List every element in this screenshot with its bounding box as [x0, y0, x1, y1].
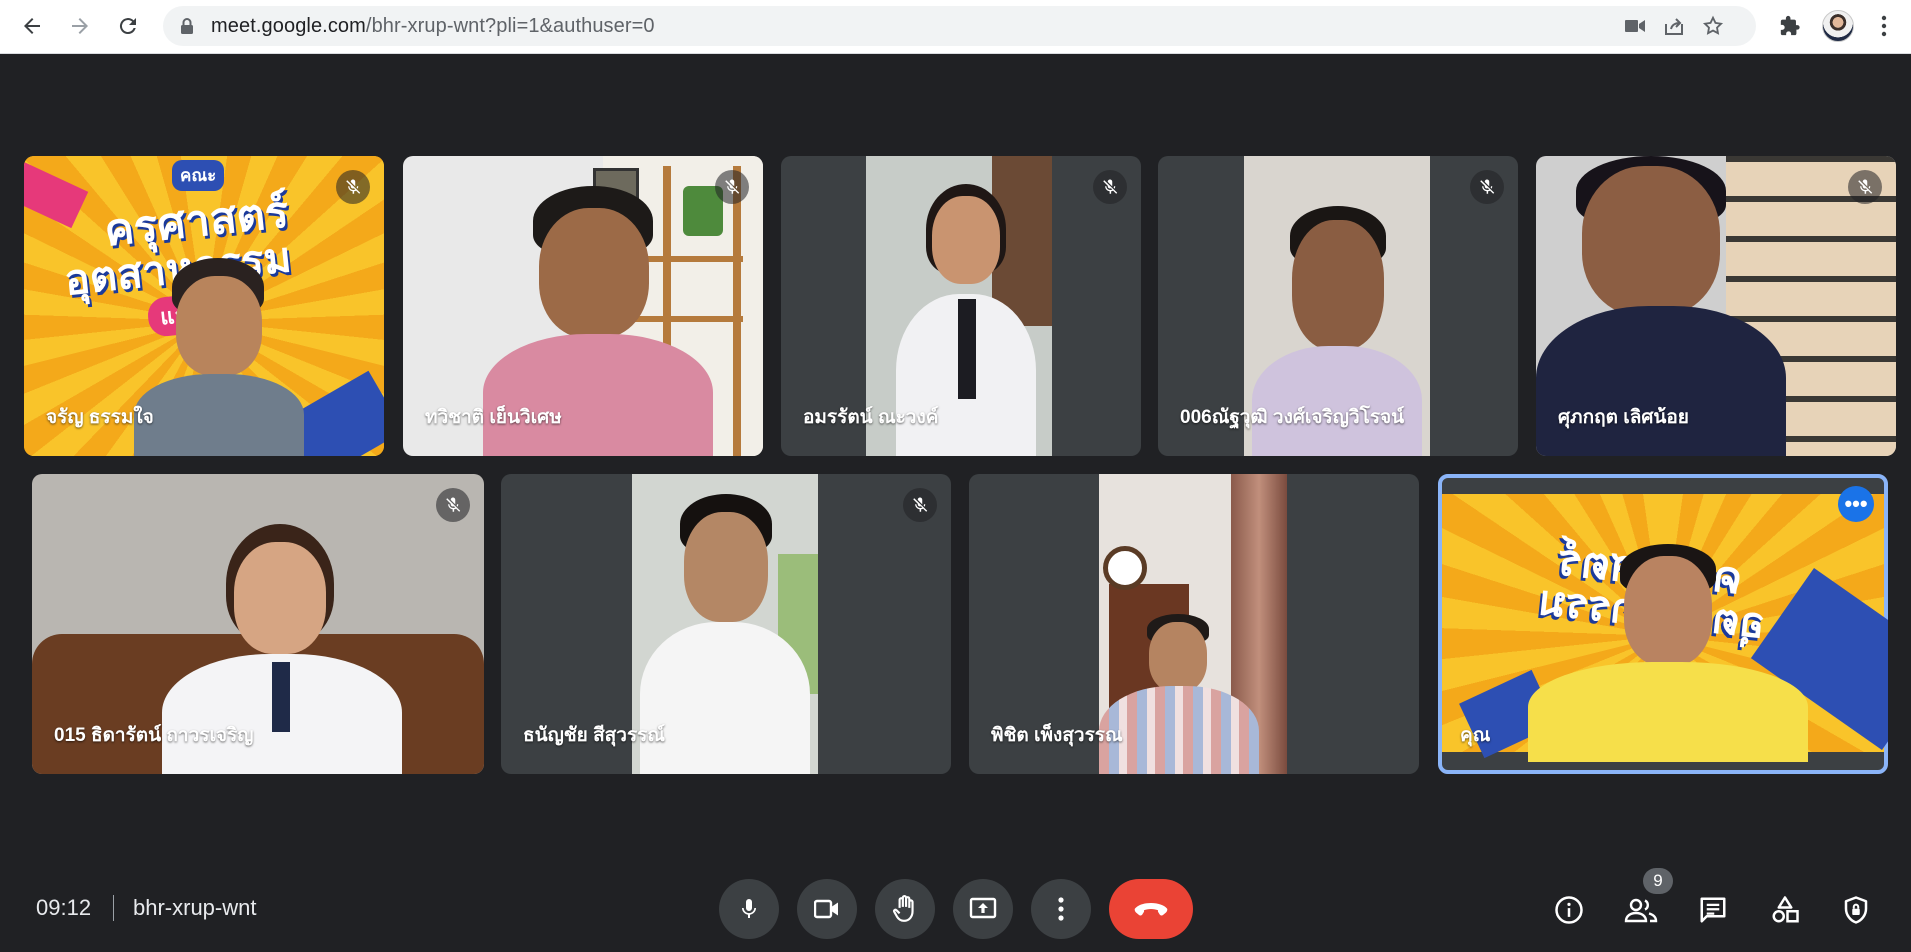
url-host: meet.google.com: [211, 15, 366, 37]
hang-up-icon: [1134, 903, 1168, 916]
mic-off-icon: [1093, 170, 1127, 204]
microphone-button[interactable]: [719, 879, 779, 939]
share-icon[interactable]: [1663, 15, 1685, 37]
meeting-details-button[interactable]: [1549, 890, 1589, 930]
browser-menu-button[interactable]: [1868, 10, 1900, 42]
present-screen-icon: [969, 897, 997, 919]
microphone-icon: [742, 899, 756, 918]
divider: [113, 895, 114, 921]
participant-tile[interactable]: 006ณัฐวุฒิ วงศ์เจริญวิโรจน์: [1158, 156, 1518, 456]
url-text: meet.google.com/bhr-xrup-wnt?pli=1&authu…: [211, 15, 655, 38]
profile-avatar[interactable]: [1822, 10, 1854, 42]
camera-icon: [814, 899, 838, 919]
participant-name: ทวิชาติ เย็นวิเศษ: [425, 407, 562, 428]
address-bar[interactable]: meet.google.com/bhr-xrup-wnt?pli=1&authu…: [163, 6, 1756, 46]
leave-call-button[interactable]: [1109, 879, 1193, 939]
reload-button[interactable]: [110, 8, 146, 44]
more-options-icon[interactable]: •••: [1838, 486, 1874, 522]
url-path: /bhr-xrup-wnt?pli=1&authuser=0: [365, 15, 655, 37]
participant-tile[interactable]: พิชิต เพ็งสุวรรณ: [969, 474, 1419, 774]
host-controls-button[interactable]: [1836, 890, 1876, 930]
mic-off-icon: [336, 170, 370, 204]
more-vert-icon: [1058, 897, 1064, 921]
extensions-button[interactable]: [1774, 10, 1806, 42]
info-icon: [1555, 896, 1583, 924]
mic-off-icon: [1848, 170, 1882, 204]
mic-off-icon: [903, 488, 937, 522]
meeting-time: 09:12: [36, 895, 92, 920]
mic-off-icon: [436, 488, 470, 522]
chat-icon: [1700, 897, 1726, 923]
puzzle-icon: [1780, 15, 1800, 36]
reload-icon: [119, 18, 136, 35]
lock-icon[interactable]: [179, 17, 195, 40]
participant-count-badge: 9: [1643, 868, 1673, 894]
camera-button[interactable]: [797, 879, 857, 939]
back-arrow-icon: [24, 18, 40, 34]
participant-name: 006ณัฐวุฒิ วงศ์เจริญวิโรจน์: [1180, 407, 1405, 428]
people-icon: [1624, 898, 1658, 923]
participant-tile[interactable]: ธนัญชัย สีสุวรรณ์: [501, 474, 951, 774]
shield-lock-icon: [1844, 896, 1868, 924]
mic-off-icon: [715, 170, 749, 204]
raise-hand-button[interactable]: [875, 879, 935, 939]
hand-icon: [893, 895, 914, 922]
shapes-icon: [1772, 896, 1799, 923]
participant-tile[interactable]: ศุภกฤต เลิศน้อย: [1536, 156, 1896, 456]
mic-off-icon: [1470, 170, 1504, 204]
participant-name: 015 ธิดารัตน์ ถาวรเจริญ: [54, 725, 254, 746]
participant-video: [134, 256, 304, 456]
participant-video: [1099, 474, 1287, 774]
self-tile[interactable]: ครุศาสตร์ อุตสาหกรรม ••• คุณ: [1438, 474, 1888, 774]
present-screen-button[interactable]: [953, 879, 1013, 939]
kebab-menu-icon: [1881, 15, 1887, 37]
forward-button[interactable]: [62, 8, 98, 44]
participant-name: พิชิต เพ็งสุวรรณ: [991, 725, 1123, 746]
activities-button[interactable]: [1765, 890, 1805, 930]
meeting-code: bhr-xrup-wnt: [133, 895, 257, 920]
forward-arrow-icon: [72, 18, 88, 34]
participant-name: คุณ: [1460, 725, 1491, 746]
participant-video: [1528, 544, 1808, 762]
participant-tile[interactable]: คณะ ครุศาสตร์ อุตสาหกรรม และ...ยี จรัญ ธ…: [24, 156, 384, 456]
bookmark-star-icon[interactable]: [1702, 15, 1724, 37]
participant-name: ธนัญชัย สีสุวรรณ์: [523, 725, 665, 746]
back-button[interactable]: [14, 8, 50, 44]
more-options-button[interactable]: [1031, 879, 1091, 939]
participant-tile[interactable]: อมรรัตน์ ณะวงค์: [781, 156, 1141, 456]
participant-name: จรัญ ธรรมใจ: [46, 407, 154, 428]
browser-toolbar: meet.google.com/bhr-xrup-wnt?pli=1&authu…: [0, 0, 1911, 54]
camera-in-use-icon[interactable]: [1624, 15, 1646, 37]
participant-name: อมรรัตน์ ณะวงค์: [803, 407, 939, 428]
people-button[interactable]: [1621, 890, 1661, 930]
participant-name: ศุภกฤต เลิศน้อย: [1558, 407, 1689, 428]
participant-tile[interactable]: ทวิชาติ เย็นวิเศษ: [403, 156, 763, 456]
chat-button[interactable]: [1693, 890, 1733, 930]
shelf-post: [733, 166, 741, 456]
participant-tile[interactable]: 015 ธิดารัตน์ ถาวรเจริญ: [32, 474, 484, 774]
